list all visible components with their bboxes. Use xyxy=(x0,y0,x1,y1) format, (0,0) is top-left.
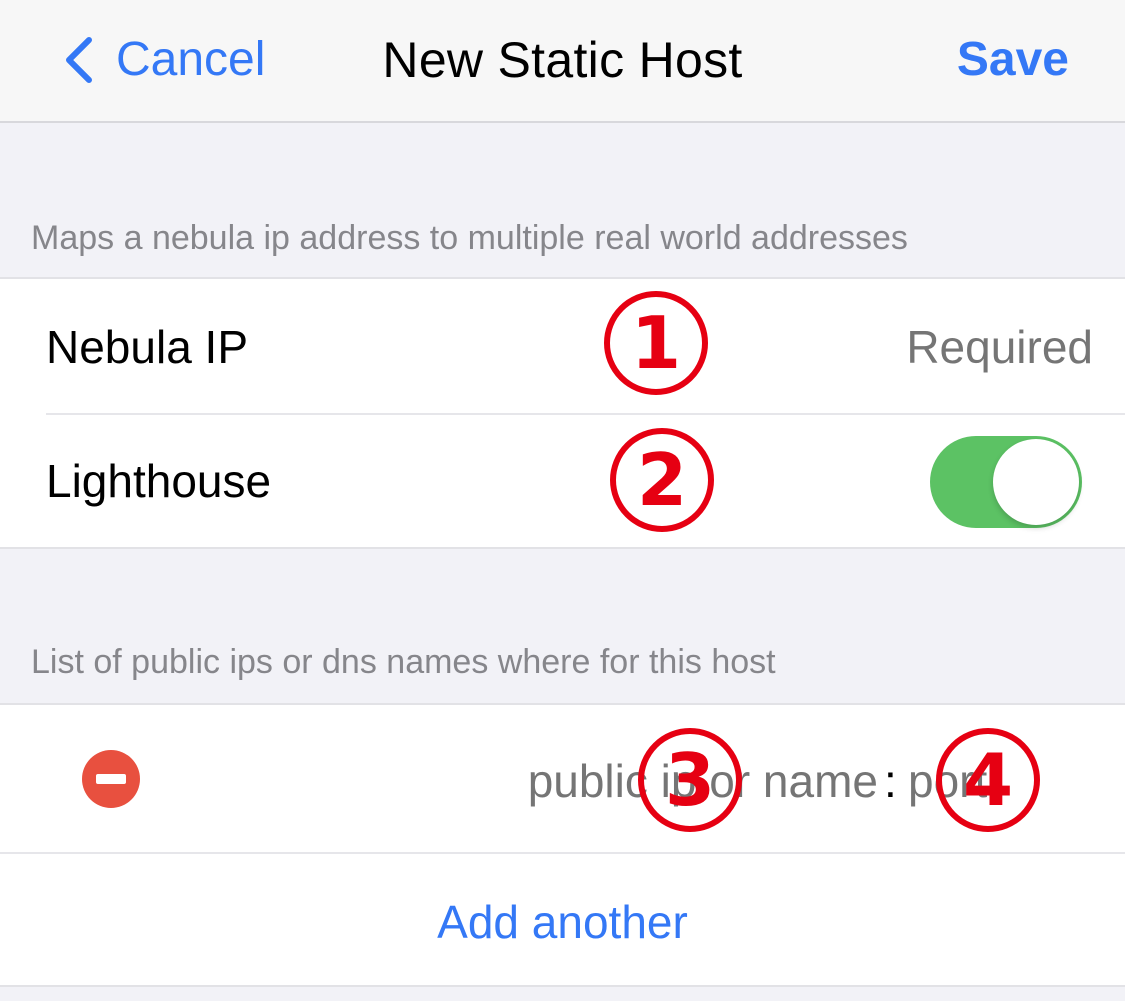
minus-circle-icon[interactable] xyxy=(82,750,140,808)
host-settings-group: Nebula IP Lighthouse xyxy=(0,277,1125,549)
new-static-host-screen: Cancel New Static Host Save Maps a nebul… xyxy=(0,0,1125,1001)
port-separator: : xyxy=(884,755,897,807)
add-another-button[interactable]: Add another xyxy=(0,892,1125,952)
annotation-badge-3: 3 xyxy=(638,728,742,832)
lighthouse-label: Lighthouse xyxy=(46,455,272,507)
navigation-bar: Cancel New Static Host Save xyxy=(0,0,1125,123)
annotation-badge-2: 2 xyxy=(610,428,714,532)
nebula-ip-label: Nebula IP xyxy=(46,321,249,373)
nebula-ip-row: Nebula IP xyxy=(0,279,1125,413)
annotation-badge-1: 1 xyxy=(604,291,708,395)
annotation-badge-4: 4 xyxy=(936,728,1040,832)
lighthouse-toggle[interactable] xyxy=(930,436,1082,528)
add-another-row: Add another xyxy=(0,854,1125,987)
nebula-ip-input[interactable] xyxy=(700,317,1093,377)
host-section-header: Maps a nebula ip address to multiple rea… xyxy=(31,219,908,257)
addresses-section-header: List of public ips or dns names where fo… xyxy=(31,643,776,681)
save-button[interactable]: Save xyxy=(957,30,1069,90)
lighthouse-row: Lighthouse xyxy=(0,415,1125,549)
toggle-knob xyxy=(993,439,1079,525)
